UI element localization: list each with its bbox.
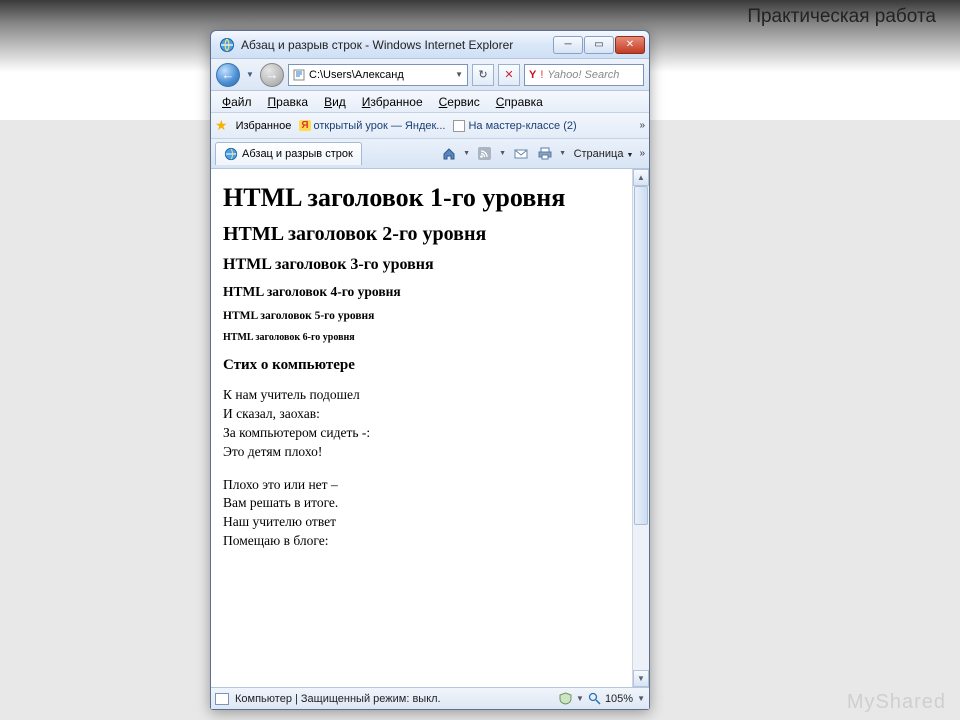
slide-title: Практическая работа — [747, 6, 936, 28]
close-button[interactable]: ✕ — [615, 36, 645, 54]
menu-favorites[interactable]: Избранное — [355, 93, 430, 111]
feeds-dropdown-icon[interactable]: ▼ — [498, 144, 508, 164]
heading-5: HTML заголовок 5-го уровня — [223, 310, 620, 322]
status-text: Компьютер | Защищенный режим: выкл. — [235, 693, 441, 705]
yandex-icon: Я — [299, 120, 310, 131]
yahoo-excl-icon: ! — [540, 69, 543, 81]
heading-2: HTML заголовок 2-го уровня — [223, 223, 620, 246]
menu-help[interactable]: Справка — [489, 93, 550, 111]
mail-icon[interactable] — [510, 144, 532, 164]
heading-1: HTML заголовок 1-го уровня — [223, 183, 620, 213]
tab-label: Абзац и разрыв строк — [242, 148, 353, 160]
feeds-icon[interactable] — [474, 144, 496, 164]
home-dropdown-icon[interactable]: ▼ — [462, 144, 472, 164]
fav-link-yandex-label: открытый урок — Яндек... — [314, 120, 446, 132]
window-title: Абзац и разрыв строк - Windows Internet … — [241, 38, 546, 52]
protected-mode-icon[interactable] — [559, 692, 572, 705]
print-icon[interactable] — [534, 144, 556, 164]
poem-stanza-2: Плохо это или нет – Вам решать в итоге. … — [223, 476, 620, 552]
menu-service[interactable]: Сервис — [432, 93, 487, 111]
security-zone-icon — [215, 693, 229, 705]
window-controls: ─ ▭ ✕ — [552, 36, 645, 54]
menu-edit[interactable]: Правка — [261, 93, 316, 111]
home-icon[interactable] — [438, 144, 460, 164]
page-menu[interactable]: Страница ▼ — [570, 148, 638, 160]
command-more-icon[interactable]: » — [639, 148, 645, 159]
stop-button[interactable]: ✕ — [498, 64, 520, 86]
heading-6: HTML заголовок 6-го уровня — [223, 332, 620, 343]
content-area: HTML заголовок 1-го уровня HTML заголово… — [211, 169, 649, 687]
heading-4: HTML заголовок 4-го уровня — [223, 284, 620, 300]
status-bar: Компьютер | Защищенный режим: выкл. ▼ 10… — [211, 687, 649, 709]
active-tab[interactable]: Абзац и разрыв строк — [215, 142, 362, 165]
zoom-icon[interactable] — [588, 692, 601, 705]
poem-stanza-1: К нам учитель подошел И сказал, заохав: … — [223, 386, 620, 462]
page-icon — [293, 69, 305, 81]
scroll-up-button[interactable]: ▲ — [633, 169, 649, 186]
zoom-dropdown-icon[interactable]: ▼ — [637, 694, 645, 703]
search-placeholder: Yahoo! Search — [547, 69, 619, 81]
favorites-star-icon[interactable]: ★ — [215, 117, 228, 134]
maximize-button[interactable]: ▭ — [584, 36, 614, 54]
heading-3: HTML заголовок 3-го уровня — [223, 256, 620, 274]
status-right: ▼ 105% ▼ — [559, 692, 645, 705]
window-title-bar[interactable]: Абзац и разрыв строк - Windows Internet … — [211, 31, 649, 59]
fav-link-master[interactable]: На мастер-классе (2) — [453, 120, 576, 132]
menu-bar: ФайлПравкаВидИзбранноеСервисСправка — [211, 91, 649, 113]
address-dropdown-icon[interactable]: ▼ — [455, 70, 463, 79]
vertical-scrollbar[interactable]: ▲ ▼ — [632, 169, 649, 687]
forward-button[interactable]: → — [260, 63, 284, 87]
menu-view[interactable]: Вид — [317, 93, 353, 111]
scroll-thumb[interactable] — [634, 186, 648, 525]
favorites-label[interactable]: Избранное — [236, 120, 292, 132]
ie-logo-icon — [219, 37, 235, 53]
blank-page-icon — [453, 120, 465, 132]
page-content: HTML заголовок 1-го уровня HTML заголово… — [211, 169, 632, 687]
address-row: ← ▼ → C:\Users\Александ ▼ ↻ ✕ Y! Yahoo! … — [211, 59, 649, 91]
command-bar: ▼ ▼ ▼ Страница ▼ » — [438, 144, 645, 164]
back-button[interactable]: ← — [216, 63, 240, 87]
watermark: MyShared — [847, 691, 946, 714]
zoom-level[interactable]: 105% — [605, 693, 633, 705]
back-dropdown-icon[interactable]: ▼ — [244, 66, 256, 84]
scroll-track[interactable] — [633, 186, 649, 670]
ie-browser-window: Абзац и разрыв строк - Windows Internet … — [210, 30, 650, 710]
print-dropdown-icon[interactable]: ▼ — [558, 144, 568, 164]
ie-tab-icon — [224, 147, 238, 161]
minimize-button[interactable]: ─ — [553, 36, 583, 54]
poem-title: Стих о компьютере — [223, 357, 620, 374]
refresh-button[interactable]: ↻ — [472, 64, 494, 86]
fav-link-yandex[interactable]: Я открытый урок — Яндек... — [299, 120, 445, 132]
address-text: C:\Users\Александ — [309, 69, 404, 81]
tab-row: Абзац и разрыв строк ▼ ▼ ▼ Страница ▼ » — [211, 139, 649, 169]
menu-file[interactable]: Файл — [215, 93, 259, 111]
fav-link-master-label: На мастер-классе (2) — [468, 120, 576, 132]
scroll-down-button[interactable]: ▼ — [633, 670, 649, 687]
favbar-more-icon[interactable]: » — [639, 120, 645, 131]
favorites-bar: ★ Избранное Я открытый урок — Яндек... Н… — [211, 113, 649, 139]
search-box[interactable]: Y! Yahoo! Search — [524, 64, 644, 86]
protected-dropdown-icon[interactable]: ▼ — [576, 694, 584, 703]
address-bar[interactable]: C:\Users\Александ ▼ — [288, 64, 468, 86]
yahoo-y-icon: Y — [529, 69, 536, 81]
page-menu-label: Страница — [574, 148, 624, 160]
